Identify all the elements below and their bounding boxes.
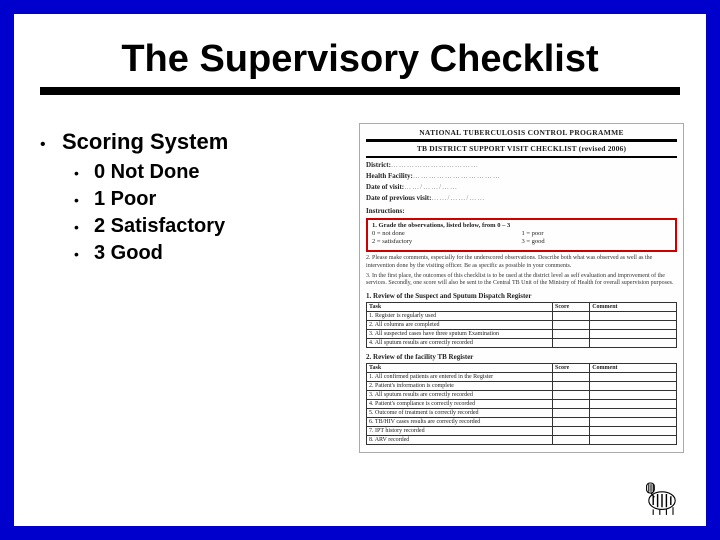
table-row: 8. ARV recorded xyxy=(367,436,677,445)
doc-section-heading: 1. Review of the Suspect and Sputum Disp… xyxy=(366,292,677,300)
bullet-dot: • xyxy=(40,136,62,154)
bullet-level2: • 0 Not Done xyxy=(74,161,347,184)
grade-row: 2 = satisfactory 3 = good xyxy=(372,238,671,246)
title-rule xyxy=(40,87,680,95)
bullet-label: Scoring System xyxy=(62,129,228,155)
table-row: 4. All sputum results are correctly reco… xyxy=(367,339,677,348)
bullet-level2: • 2 Satisfactory xyxy=(74,215,347,238)
bullet-dot: • xyxy=(74,219,94,235)
table-header-row: Task Score Comment xyxy=(367,303,677,312)
doc-table-2: Task Score Comment 1. All confirmed pati… xyxy=(366,363,677,445)
th-score: Score xyxy=(553,303,590,312)
table-row: 6. TB/HIV cases results are correctly re… xyxy=(367,418,677,427)
th-score: Score xyxy=(553,364,590,373)
content-row: • Scoring System • 0 Not Done • 1 Poor •… xyxy=(36,123,684,453)
bullet-level2: • 1 Poor xyxy=(74,188,347,211)
doc-field-date: Date of visit:……/……/…… xyxy=(366,183,677,191)
doc-rule xyxy=(366,156,677,159)
grade-box-highlighted: 1. Grade the observations, listed below,… xyxy=(366,218,677,252)
doc-table-1: Task Score Comment 1. Register is regula… xyxy=(366,302,677,348)
doc-instructions-label: Instructions: xyxy=(366,207,677,215)
bullet-dot: • xyxy=(74,192,94,208)
bullet-label: 0 Not Done xyxy=(94,161,200,184)
embedded-document: NATIONAL TUBERCULOSIS CONTROL PROGRAMME … xyxy=(359,123,684,453)
th-comment: Comment xyxy=(590,303,677,312)
doc-note: 3. In the first place, the outcomes of t… xyxy=(366,273,677,287)
table-row: 1. All confirmed patients are entered in… xyxy=(367,373,677,382)
doc-field-facility: Health Facility:…………………………… xyxy=(366,172,677,180)
th-task: Task xyxy=(367,303,553,312)
doc-field-prev: Date of previous visit:……/……/…… xyxy=(366,194,677,202)
doc-header1: NATIONAL TUBERCULOSIS CONTROL PROGRAMME xyxy=(366,128,677,137)
table-row: 3. All sputum results are correctly reco… xyxy=(367,391,677,400)
bullet-level1: • Scoring System xyxy=(40,129,347,155)
th-comment: Comment xyxy=(590,364,677,373)
bullet-level2: • 3 Good xyxy=(74,242,347,265)
bullet-label: 3 Good xyxy=(94,242,163,265)
grade-item: 0 = not done xyxy=(372,230,521,238)
slide: The Supervisory Checklist • Scoring Syst… xyxy=(14,14,706,526)
table-row: 3. All suspected cases have three sputum… xyxy=(367,330,677,339)
slide-title: The Supervisory Checklist xyxy=(36,38,684,81)
grade-title: 1. Grade the observations, listed below,… xyxy=(372,222,671,230)
th-task: Task xyxy=(367,364,553,373)
grade-item: 2 = satisfactory xyxy=(372,238,521,246)
doc-note: 2. Please make comments, especially for … xyxy=(366,255,677,269)
doc-rule xyxy=(366,139,677,142)
doc-field-district: District:…………………………… xyxy=(366,161,677,169)
bullet-label: 2 Satisfactory xyxy=(94,215,225,238)
table-row: 2. Patient's information is complete xyxy=(367,382,677,391)
table-row: 4. Patient's compliance is correctly rec… xyxy=(367,400,677,409)
grade-item: 3 = good xyxy=(522,238,671,246)
bullet-label: 1 Poor xyxy=(94,188,156,211)
grade-item: 1 = poor xyxy=(522,230,671,238)
table-header-row: Task Score Comment xyxy=(367,364,677,373)
table-row: 5. Outcome of treatment is correctly rec… xyxy=(367,409,677,418)
bullet-dot: • xyxy=(74,165,94,181)
table-row: 1. Register is regularly used xyxy=(367,312,677,321)
table-row: 7. IPT history recorded xyxy=(367,427,677,436)
grade-row: 0 = not done 1 = poor xyxy=(372,230,671,238)
doc-header2: TB DISTRICT SUPPORT VISIT CHECKLIST (rev… xyxy=(366,144,677,153)
zebra-icon xyxy=(640,472,684,516)
bullet-dot: • xyxy=(74,246,94,262)
doc-section-heading: 2. Review of the facility TB Register xyxy=(366,353,677,361)
table-row: 2. All columns are completed xyxy=(367,321,677,330)
bullet-list: • Scoring System • 0 Not Done • 1 Poor •… xyxy=(36,123,347,269)
